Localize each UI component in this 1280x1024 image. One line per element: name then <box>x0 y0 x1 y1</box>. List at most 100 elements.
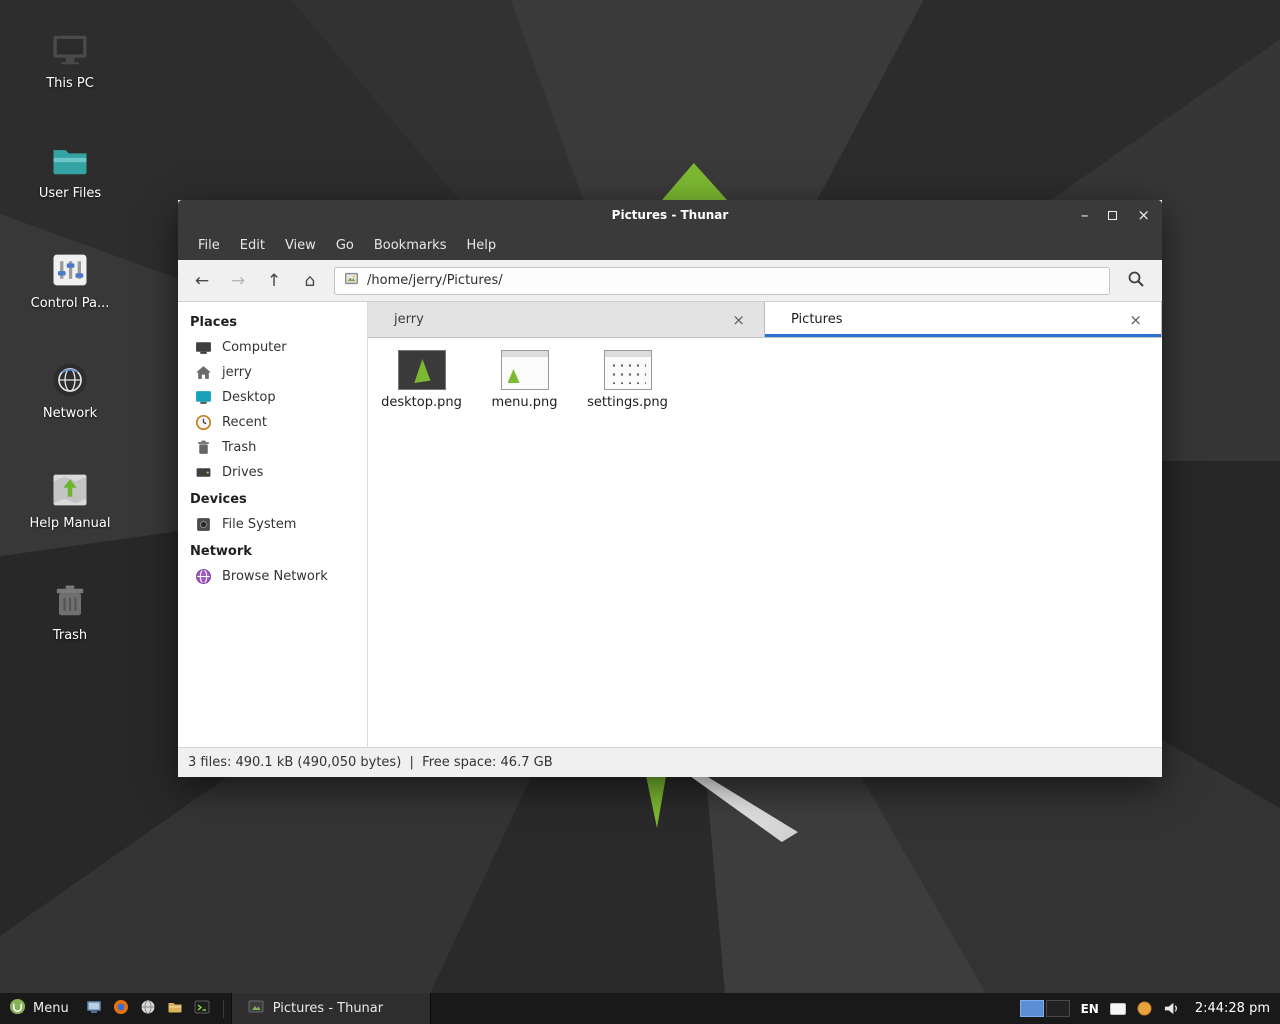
search-icon <box>1127 270 1145 292</box>
desktop-icon-this-pc[interactable]: This PC <box>16 28 124 91</box>
task-button-thunar[interactable]: Pictures - Thunar <box>231 993 431 1024</box>
filesystem-drive-icon <box>195 516 212 533</box>
wallpaper-logo-blade <box>690 776 798 842</box>
sidebar-item-drives[interactable]: Drives <box>178 460 367 485</box>
update-manager-icon[interactable] <box>1137 1001 1152 1016</box>
workspace-switcher[interactable] <box>1020 1000 1070 1017</box>
sidebar-header-network: Network <box>178 537 367 564</box>
desktop-icon-label: Trash <box>53 628 87 643</box>
keyboard-language-indicator[interactable]: EN <box>1081 1002 1099 1016</box>
image-file-icon <box>344 272 359 289</box>
sidebar-header-devices: Devices <box>178 485 367 512</box>
forward-button[interactable]: → <box>222 267 254 295</box>
mint-logo-icon <box>9 998 26 1019</box>
up-button[interactable]: ↑ <box>258 267 290 295</box>
desktop-icon-trash[interactable]: Trash <box>16 580 124 643</box>
status-bar: 3 files: 490.1 kB (490,050 bytes) | Free… <box>178 747 1162 777</box>
desktop-icon-help-manual[interactable]: Help Manual <box>16 468 124 531</box>
sidebar-item-desktop[interactable]: Desktop <box>178 385 367 410</box>
tab-close-icon[interactable]: × <box>725 310 752 330</box>
file-item-settings-png[interactable]: settings.png <box>576 350 679 410</box>
trash-icon <box>48 580 92 624</box>
taskbar-separator <box>223 1000 224 1018</box>
sidebar-item-home[interactable]: jerry <box>178 360 367 385</box>
toolbar: ← → ↑ ⌂ /home/jerry/Pictures/ <box>178 260 1162 302</box>
wallpaper-mint-logo-top <box>652 163 728 201</box>
desktop-icon-label: Help Manual <box>29 516 110 531</box>
file-manager-launcher[interactable] <box>162 993 189 1024</box>
start-menu-button[interactable]: Menu <box>0 993 81 1024</box>
sidebar-item-trash[interactable]: Trash <box>178 435 367 460</box>
file-item-desktop-png[interactable]: desktop.png <box>370 350 473 410</box>
drive-icon <box>195 464 212 481</box>
search-button[interactable] <box>1118 266 1154 296</box>
menu-bookmarks[interactable]: Bookmarks <box>364 233 457 258</box>
desktop-icon-label: Network <box>43 406 97 421</box>
file-list[interactable]: desktop.png menu.png settings.png <box>368 338 1162 747</box>
tab-close-icon[interactable]: × <box>1122 310 1149 330</box>
home-button[interactable]: ⌂ <box>294 267 326 295</box>
path-bar[interactable]: /home/jerry/Pictures/ <box>334 267 1110 295</box>
sidebar-item-label: jerry <box>222 365 252 380</box>
sidebar-item-file-system[interactable]: File System <box>178 512 367 537</box>
status-text: 3 files: 490.1 kB (490,050 bytes) | Free… <box>188 755 553 770</box>
show-desktop-button[interactable] <box>81 993 108 1024</box>
file-name: desktop.png <box>381 395 462 410</box>
workspace-2[interactable] <box>1046 1000 1070 1017</box>
thumbnail-settings-png <box>604 350 652 390</box>
start-menu-label: Menu <box>33 1001 69 1016</box>
sidebar-item-label: Browse Network <box>222 569 328 584</box>
clock-icon <box>195 414 212 431</box>
desktop-icon-control-panel[interactable]: Control Pa... <box>16 248 124 311</box>
tab-bar: jerry × Pictures × <box>368 302 1162 338</box>
sidebar-item-computer[interactable]: Computer <box>178 335 367 360</box>
file-name: menu.png <box>491 395 557 410</box>
desktop-icon-network[interactable]: Network <box>16 358 124 421</box>
desktop-wallpaper: This PC User Files Control Pa... Network… <box>0 0 1280 1024</box>
desktop-icon-label: Control Pa... <box>31 296 110 311</box>
sidebar: Places Computer jerry Desktop Recent <box>178 302 368 747</box>
close-button[interactable]: × <box>1137 208 1150 223</box>
thunar-window: Pictures - Thunar – × File Edit View Go … <box>178 200 1162 777</box>
file-name: settings.png <box>587 395 668 410</box>
menu-file[interactable]: File <box>188 233 230 258</box>
sidebar-item-recent[interactable]: Recent <box>178 410 367 435</box>
task-button-label: Pictures - Thunar <box>273 1001 383 1016</box>
computer-icon <box>48 28 92 72</box>
sidebar-item-browse-network[interactable]: Browse Network <box>178 564 367 589</box>
computer-icon <box>195 339 212 356</box>
titlebar[interactable]: Pictures - Thunar – × <box>178 200 1162 230</box>
folder-icon <box>48 138 92 182</box>
sidebar-item-label: Trash <box>222 440 256 455</box>
menu-view[interactable]: View <box>275 233 326 258</box>
sidebar-item-label: Drives <box>222 465 263 480</box>
maximize-button[interactable] <box>1108 211 1117 220</box>
tab-jerry[interactable]: jerry × <box>368 302 765 337</box>
control-panel-icon <box>48 248 92 292</box>
menu-go[interactable]: Go <box>326 233 364 258</box>
thumbnail-menu-png <box>501 350 549 390</box>
terminal-icon <box>194 999 210 1019</box>
taskbar-clock[interactable]: 2:44:28 pm <box>1191 1001 1270 1016</box>
menu-edit[interactable]: Edit <box>230 233 275 258</box>
menu-help[interactable]: Help <box>456 233 506 258</box>
desktop-icon-label: User Files <box>39 186 101 201</box>
volume-icon[interactable] <box>1163 1001 1180 1016</box>
tab-pictures[interactable]: Pictures × <box>765 302 1162 337</box>
minimize-button[interactable]: – <box>1081 208 1089 223</box>
desktop-icon-user-files[interactable]: User Files <box>16 138 124 201</box>
keyboard-layout-icon[interactable] <box>1110 1003 1126 1015</box>
back-button[interactable]: ← <box>186 267 218 295</box>
desktop-icon-label: This PC <box>46 76 94 91</box>
path-text: /home/jerry/Pictures/ <box>367 273 503 288</box>
sidebar-item-label: Recent <box>222 415 267 430</box>
firefox-launcher[interactable] <box>108 993 135 1024</box>
workspace-1[interactable] <box>1020 1000 1044 1017</box>
tab-label: jerry <box>394 312 725 327</box>
taskbar: Menu Pictures - Thunar EN <box>0 993 1280 1024</box>
web-browser-launcher[interactable] <box>135 993 162 1024</box>
file-item-menu-png[interactable]: menu.png <box>473 350 576 410</box>
terminal-launcher[interactable] <box>189 993 216 1024</box>
tab-label: Pictures <box>791 312 1122 327</box>
map-icon <box>48 468 92 512</box>
